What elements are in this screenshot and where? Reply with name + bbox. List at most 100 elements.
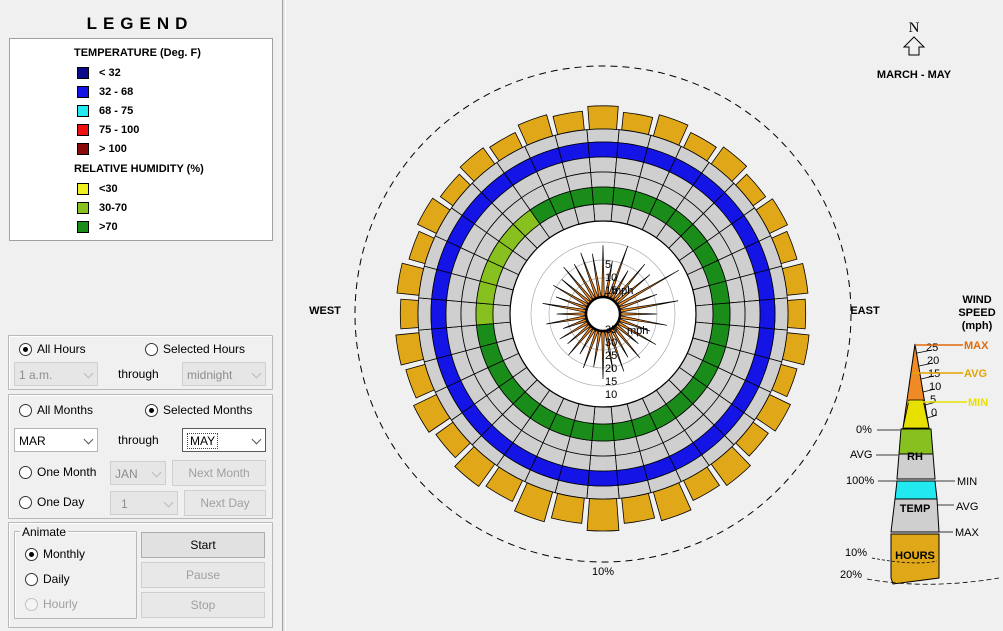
temperature-legend-label: 32 - 68 [99,86,134,98]
wind-wheel-svg: 51015mph353025201510mph N MARCH - MAY WE… [309,20,1000,585]
key-hours-pct-1: 10% [845,547,867,559]
one-month-radio[interactable]: One Month [19,465,96,479]
wind-speed-key-label: WIND SPEED (mph) [958,294,995,332]
selected-hours-radio[interactable]: Selected Hours [145,342,245,356]
speed-tick-label: 10 [605,272,617,284]
speed-tick-label: 5 [605,259,611,271]
hours-bar [399,298,419,330]
all-months-radio[interactable]: All Months [19,403,93,417]
speed-unit-label: mph [627,325,648,337]
next-day-button[interactable]: Next Day [184,490,266,516]
legend-title: LEGEND [86,14,194,33]
hours-to-value: midnight [187,368,233,382]
hourly-radio[interactable]: Hourly [25,597,78,611]
one-day-label: One Day [37,495,85,509]
hours-to-select[interactable]: midnight [182,362,266,386]
key-min-label: MIN [968,397,988,409]
radio-icon [19,403,32,417]
start-button[interactable]: Start [141,532,265,558]
key-rh-pct-bottom: 100% [846,475,874,487]
temp-min-band [445,299,462,329]
temperature-legend-item: < 32 [77,66,121,80]
chevron-down-icon [251,434,262,445]
chevron-down-icon [251,368,262,379]
chevron-down-icon [83,434,94,445]
key-hours-label: HOURS [895,550,935,562]
temperature-legend-item: > 100 [77,142,127,156]
speed-unit-label: mph [612,285,633,297]
radio-icon [19,495,32,509]
radio-icon [145,342,158,356]
humidity-legend-label: >70 [99,221,118,233]
color-swatch [77,86,89,98]
stop-button[interactable]: Stop [141,592,265,618]
hours-bar [586,498,620,532]
months-through-label: through [118,433,159,447]
chart-key: WIND SPEED (mph) 2520151050 MAX AVG MIN RH 0% AV… [840,294,1000,585]
key-rh-avg-label: AVG [850,449,872,461]
east-label: EAST [850,305,880,317]
one-month-label: One Month [37,465,97,479]
speed-tick-label: 25 [605,350,617,362]
selected-months-radio[interactable]: Selected Months [145,403,252,417]
rh-avg-band [591,186,615,205]
one-month-value: JAN [115,467,138,481]
radio-icon [25,597,38,611]
one-day-select[interactable]: 1 [110,491,178,515]
hours-from-select[interactable]: 1 a.m. [14,362,98,386]
hours-from-value: 1 a.m. [19,368,53,382]
temperature-legend-label: < 32 [99,67,121,79]
color-swatch [77,202,89,214]
rh-inner-band [695,303,714,325]
humidity-legend-label: <30 [99,183,118,195]
temp-avg-band [587,141,619,159]
hours-through-label: through [118,367,159,381]
chevron-down-icon [151,467,162,478]
daily-radio[interactable]: Daily [25,572,70,586]
all-months-label: All Months [37,403,94,417]
hours-bar [587,105,619,130]
one-day-radio[interactable]: One Day [19,495,84,509]
temp-max-band [586,484,620,500]
speed-tick-label: 30 [605,337,617,349]
temperature-legend-heading: TEMPERATURE (Deg. F) [74,47,201,59]
one-month-select[interactable]: JAN [110,461,166,485]
temp-max-band [417,297,433,331]
key-temp-min-label: MIN [957,476,977,488]
temperature-legend-item: 68 - 75 [77,104,133,118]
chevron-down-icon [83,368,94,379]
monthly-label: Monthly [43,547,86,561]
key-max-label: MAX [964,340,989,352]
period-label: MARCH - MAY [877,69,952,81]
daily-label: Daily [43,572,70,586]
rh-avg-band [591,423,615,442]
all-hours-radio[interactable]: All Hours [19,342,86,356]
key-avg-label: AVG [964,368,987,380]
rh-outer-band [590,171,616,188]
humidity-legend-item: >70 [77,220,118,234]
monthly-radio[interactable]: Monthly [25,547,85,561]
month-to-select[interactable]: MAY [182,428,266,452]
north-label: N [909,20,920,36]
radio-icon [19,465,32,479]
hours-group: All Hours Selected Hours 1 a.m. through … [8,335,273,390]
speed-tick-label: 20 [605,363,617,375]
west-label: WEST [309,305,341,317]
selected-months-label: Selected Months [163,403,253,417]
month-from-select[interactable]: MAR [14,428,98,452]
months-group: All Months Selected Months MAR through M… [8,394,273,519]
humidity-legend-label: 30-70 [99,202,128,214]
key-speed-value: 15 [928,368,940,380]
panel-divider[interactable] [282,0,286,631]
month-to-value: MAY [187,433,219,449]
temp-min-band [588,156,618,173]
temp-min-band [744,299,761,329]
animate-options-box: Monthly Daily Hourly [14,531,137,619]
temperature-legend-label: 68 - 75 [99,105,134,117]
temperature-legend-item: 32 - 68 [77,85,133,99]
pause-button[interactable]: Pause [141,562,265,588]
speed-tick-label: 35 [605,324,617,336]
control-panel: LEGEND TEMPERATURE (Deg. F) < 32 32 - 68 6… [0,0,280,631]
color-swatch [77,124,89,136]
next-month-button[interactable]: Next Month [172,460,266,486]
